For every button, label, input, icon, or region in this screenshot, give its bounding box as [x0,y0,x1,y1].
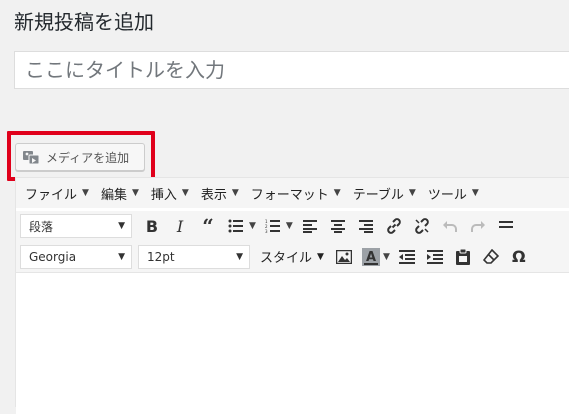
caret-down-icon: ▼ [231,188,239,198]
align-center-icon [330,219,345,233]
menu-table-label: テーブル [352,187,404,203]
align-right-icon [358,219,373,233]
insert-link-button[interactable] [382,214,406,238]
toolbar-row-1: 段落 ▼ B I “ ▼ 123 ▼ [16,211,569,241]
align-center-button[interactable] [326,214,350,238]
outdent-icon [398,249,415,264]
menu-view-label: 表示 [200,187,227,203]
menu-insert[interactable]: 挿入 ▼ [151,184,189,203]
caret-down-icon: ▼ [82,188,89,198]
indent-button[interactable] [423,245,447,269]
blockquote-button[interactable]: “ [196,214,220,238]
eraser-icon [482,248,499,264]
align-left-button[interactable] [298,214,322,238]
styles-dropdown[interactable]: スタイル ▼ [260,247,324,266]
align-right-button[interactable] [354,214,378,238]
menu-format-label: フォーマット [250,187,329,203]
caret-down-icon: ▼ [408,188,416,198]
clipboard-icon [455,248,470,265]
caret-down-icon: ▼ [471,188,479,198]
menu-file-label: ファイル [25,187,78,203]
caret-down-icon: ▼ [333,188,341,198]
unlink-icon [415,218,429,234]
post-title-input[interactable] [14,51,569,89]
format-select-value: 段落 [29,219,54,234]
toolbar-toggle-button[interactable] [494,214,518,238]
format-select[interactable]: 段落 ▼ [20,214,132,238]
indent-icon [426,249,443,264]
svg-text:A: A [366,250,376,265]
caret-down-icon[interactable]: ▼ [383,252,390,262]
toolbar-row-2: Georgia ▼ 12pt ▼ スタイル ▼ A ▼ Ω [16,241,569,273]
page-title: 新規投稿を追加 [14,10,154,34]
editor-content-area[interactable] [16,274,569,414]
italic-button[interactable]: I [168,214,192,238]
bold-button[interactable]: B [140,214,164,238]
redo-button[interactable] [466,214,490,238]
font-family-select[interactable]: Georgia ▼ [20,244,132,269]
special-character-button[interactable]: Ω [507,245,531,269]
font-size-value: 12pt [147,249,175,264]
numbered-list-button[interactable]: 123 [261,214,285,238]
kitchen-sink-icon [498,221,513,228]
menu-format[interactable]: フォーマット ▼ [251,184,341,203]
image-icon [335,249,352,264]
align-left-icon [302,219,317,233]
menu-tools-label: ツール [427,187,467,203]
menu-file[interactable]: ファイル ▼ [25,184,89,203]
caret-down-icon: ▼ [181,188,189,198]
media-icon [22,148,42,166]
add-media-label: メディアを追加 [46,150,130,165]
caret-down-icon: ▼ [317,251,324,262]
font-size-select[interactable]: 12pt ▼ [138,244,250,269]
font-family-value: Georgia [29,249,77,264]
menu-table[interactable]: テーブル ▼ [353,184,416,203]
editor: ファイル ▼ 編集 ▼ 挿入 ▼ 表示 ▼ フォーマット ▼ テーブル ▼ ツール ▼ 段落 … [15,177,569,414]
insert-image-button[interactable] [332,245,356,269]
caret-down-icon[interactable]: ▼ [249,221,256,231]
caret-down-icon: ▼ [118,251,125,262]
numbered-list-icon: 123 [265,219,280,233]
bullet-list-button[interactable] [224,214,248,238]
add-media-button[interactable]: メディアを追加 [15,143,145,171]
editor-menubar: ファイル ▼ 編集 ▼ 挿入 ▼ 表示 ▼ フォーマット ▼ テーブル ▼ ツール ▼ [16,178,569,208]
caret-down-icon: ▼ [236,251,243,262]
link-icon [387,218,401,234]
menu-view[interactable]: 表示 ▼ [201,184,239,203]
menu-edit-label: 編集 [100,187,127,203]
bullet-list-icon [228,219,243,233]
caret-down-icon: ▼ [118,221,125,231]
redo-icon [470,221,485,232]
svg-text:3: 3 [265,229,268,233]
text-color-icon: A [361,247,380,266]
remove-link-button[interactable] [410,214,434,238]
menu-edit[interactable]: 編集 ▼ [101,184,139,203]
styles-label: スタイル [260,251,313,266]
caret-down-icon: ▼ [131,188,139,198]
undo-icon [442,221,457,232]
menu-tools[interactable]: ツール ▼ [428,184,479,203]
menu-insert-label: 挿入 [150,187,177,203]
clear-formatting-button[interactable] [479,245,503,269]
text-color-button[interactable]: A [360,245,382,269]
caret-down-icon[interactable]: ▼ [286,221,293,231]
undo-button[interactable] [438,214,462,238]
outdent-button[interactable] [395,245,419,269]
paste-text-button[interactable] [451,245,475,269]
